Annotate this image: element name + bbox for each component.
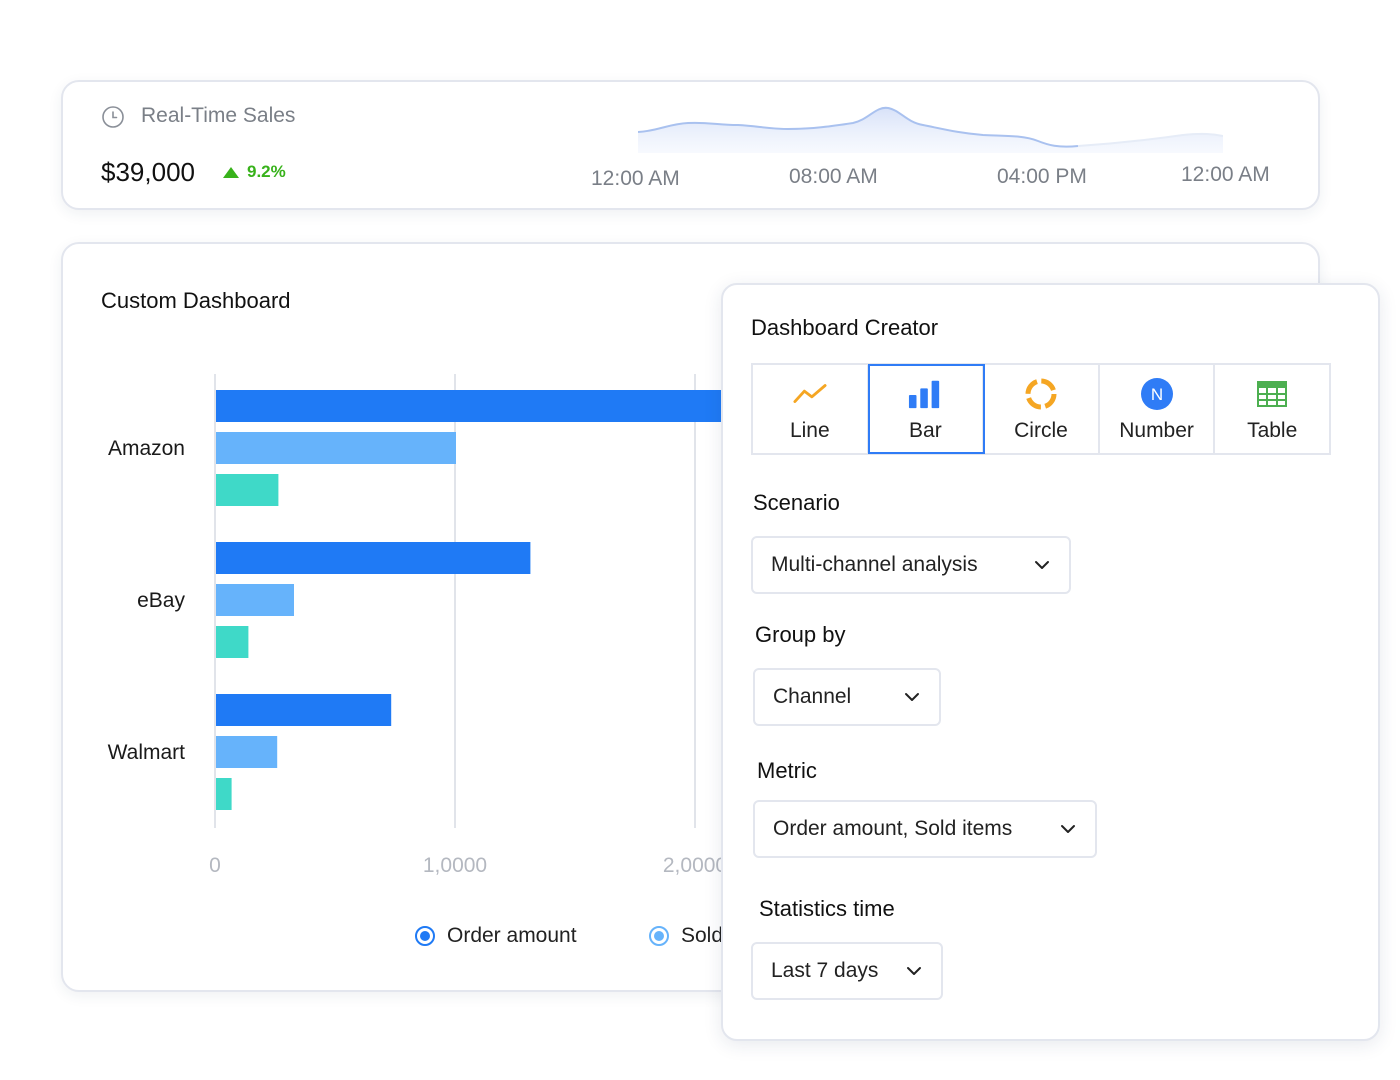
- chart-type-label: Table: [1247, 419, 1298, 442]
- group-by-select[interactable]: Channel: [753, 668, 941, 726]
- category-label-ebay: eBay: [137, 589, 185, 612]
- bar-ebay-series-2: [216, 584, 294, 616]
- statistics-time-value: Last 7 days: [771, 959, 879, 982]
- scenario-label: Scenario: [753, 490, 840, 515]
- bar-chart: 0 1,0000 2,0000 Amazon eBay Walmart: [108, 374, 732, 877]
- chevron-down-icon: [907, 967, 921, 975]
- svg-text:N: N: [1150, 385, 1162, 404]
- x-tick-label: 2,0000: [663, 854, 727, 877]
- bar-walmart-series-3: [216, 778, 232, 810]
- sales-change-value: 9.2%: [247, 162, 286, 181]
- bar-ebay-series-3: [216, 626, 249, 658]
- table-icon: [1255, 377, 1289, 411]
- bar-amazon-series-1: [216, 390, 732, 422]
- chart-type-label: Bar: [909, 419, 942, 442]
- x-tick-label: 0: [209, 854, 221, 877]
- chart-type-table[interactable]: Table: [1215, 365, 1329, 453]
- time-label: 04:00 PM: [997, 165, 1087, 188]
- triangle-up-icon: [223, 166, 239, 178]
- chevron-down-icon: [1061, 825, 1075, 833]
- chart-type-bar[interactable]: Bar: [867, 364, 986, 454]
- chart-type-circle[interactable]: Circle: [984, 365, 1100, 453]
- chevron-down-icon: [1035, 561, 1049, 569]
- time-label: 12:00 AM: [591, 167, 680, 190]
- chart-type-label: Line: [789, 419, 830, 442]
- scenario-select[interactable]: Multi-channel analysis: [751, 536, 1071, 594]
- statistics-time-select[interactable]: Last 7 days: [751, 942, 943, 1000]
- group-by-value: Channel: [773, 685, 852, 708]
- time-label: 12:00 AM: [1181, 163, 1270, 186]
- donut-chart-icon: [1024, 377, 1058, 411]
- bar-amazon-series-2: [216, 432, 456, 464]
- sales-sparkline: [638, 106, 1223, 153]
- sales-change: 9.2%: [223, 162, 286, 182]
- chart-type-number[interactable]: N Number: [1100, 365, 1216, 453]
- dashboard-creator-panel: Dashboard Creator Line Bar Circle N Numb…: [721, 283, 1380, 1041]
- sales-value: $39,000: [101, 157, 195, 187]
- category-label-amazon: Amazon: [108, 437, 185, 460]
- chart-type-line[interactable]: Line: [753, 365, 869, 453]
- realtime-title: Real-Time Sales: [141, 104, 296, 127]
- metric-select[interactable]: Order amount, Sold items: [753, 800, 1097, 858]
- category-label-walmart: Walmart: [108, 741, 186, 764]
- group-by-label: Group by: [755, 622, 846, 647]
- metric-value: Order amount, Sold items: [773, 817, 1013, 840]
- radio-icon[interactable]: [415, 926, 435, 946]
- radio-icon[interactable]: [649, 926, 669, 946]
- chevron-down-icon: [905, 693, 919, 701]
- metric-label: Metric: [757, 758, 817, 783]
- scenario-value: Multi-channel analysis: [771, 553, 978, 576]
- number-icon: N: [1140, 377, 1174, 411]
- legend-label: Order amount: [447, 924, 577, 947]
- bar-amazon-series-3: [216, 474, 279, 506]
- clock-icon: [102, 106, 124, 128]
- bar-chart-icon: [908, 377, 942, 411]
- bar-walmart-series-2: [216, 736, 278, 768]
- statistics-time-label: Statistics time: [759, 896, 895, 921]
- x-tick-label: 1,0000: [423, 854, 487, 877]
- realtime-sales-card: Real-Time Sales $39,000 9.2% 12:00 AM 08…: [61, 80, 1320, 210]
- bar-walmart-series-1: [216, 694, 392, 726]
- line-chart-icon: [793, 377, 827, 411]
- dashboard-creator-title: Dashboard Creator: [751, 315, 939, 340]
- legend-item-order-amount[interactable]: Order amount: [415, 924, 577, 948]
- bar-ebay-series-1: [216, 542, 531, 574]
- chart-type-selector: Line Bar Circle N Number Table: [751, 363, 1331, 455]
- chart-type-label: Circle: [1014, 419, 1068, 442]
- chart-type-label: Number: [1119, 419, 1194, 442]
- time-label: 08:00 AM: [789, 165, 878, 188]
